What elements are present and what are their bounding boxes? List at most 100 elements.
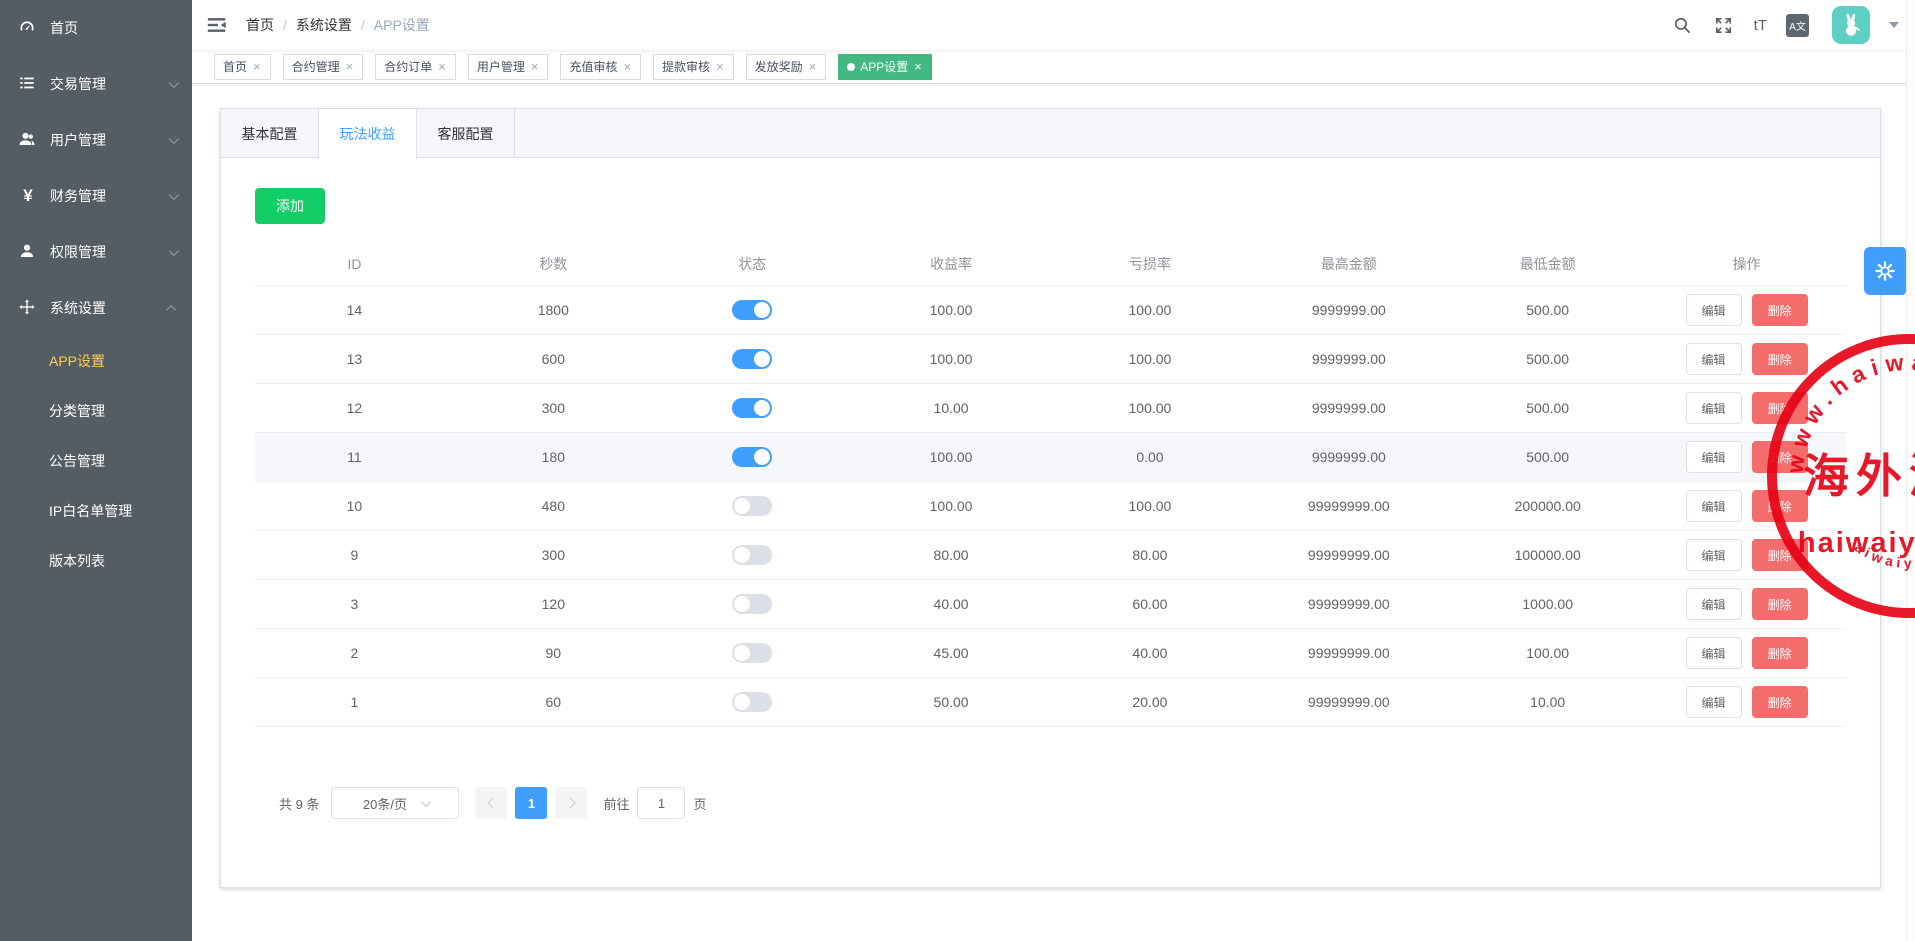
scrollbar[interactable] xyxy=(1906,0,1915,941)
close-icon[interactable]: × xyxy=(808,60,818,73)
sidebar-subitem-3[interactable]: IP白名单管理 xyxy=(0,486,192,536)
delete-button[interactable]: 删除 xyxy=(1751,490,1808,522)
cell-profit-rate: 100.00 xyxy=(929,302,973,318)
delete-button[interactable]: 删除 xyxy=(1751,686,1808,718)
tab-0[interactable]: 基本配置 xyxy=(221,109,319,158)
breadcrumb-item[interactable]: 首页 xyxy=(246,15,274,35)
user-icon xyxy=(18,242,38,262)
cell-actions: 编辑 删除 xyxy=(1647,343,1846,375)
tag-6[interactable]: 发放奖励 × xyxy=(745,53,827,80)
edit-button[interactable]: 编辑 xyxy=(1685,588,1742,620)
next-page-button[interactable] xyxy=(555,787,588,819)
sidebar-item-0[interactable]: 首页 xyxy=(0,0,192,56)
sidebar-subitem-0[interactable]: APP设置 xyxy=(0,336,192,386)
sidebar-item-3[interactable]: ¥ 财务管理 xyxy=(0,168,192,224)
tag-0[interactable]: 首页 × xyxy=(214,53,271,80)
sidebar-subitem-label: 分类管理 xyxy=(49,403,105,419)
page-size-value: 20条/页 xyxy=(362,796,407,812)
status-toggle[interactable] xyxy=(732,643,773,663)
sidebar-item-1[interactable]: 交易管理 xyxy=(0,56,192,112)
edit-button[interactable]: 编辑 xyxy=(1685,686,1742,718)
fullscreen-icon[interactable] xyxy=(1713,14,1735,36)
status-toggle[interactable] xyxy=(732,496,773,516)
close-icon[interactable]: × xyxy=(437,60,447,73)
edit-button[interactable]: 编辑 xyxy=(1685,441,1742,473)
prev-page-button[interactable] xyxy=(475,787,508,819)
edit-button[interactable]: 编辑 xyxy=(1685,392,1742,424)
close-icon[interactable]: × xyxy=(913,60,923,73)
search-icon[interactable] xyxy=(1672,14,1694,36)
page-size-select[interactable]: 20条/页 xyxy=(331,787,460,819)
tag-2[interactable]: 合约订单 × xyxy=(375,53,456,80)
close-icon[interactable]: × xyxy=(715,60,725,73)
sidebar-item-2[interactable]: 用户管理 xyxy=(0,112,192,168)
status-toggle[interactable] xyxy=(732,447,773,467)
tag-3[interactable]: 用户管理 × xyxy=(467,53,549,80)
cell-min-amount: 500.00 xyxy=(1526,351,1570,367)
sidebar-subitem-2[interactable]: 公告管理 xyxy=(0,436,192,486)
breadcrumb-item[interactable]: 系统设置 xyxy=(296,15,352,35)
page-number-active[interactable]: 1 xyxy=(515,787,548,819)
hamburger-icon[interactable] xyxy=(206,14,228,36)
column-header: 最低金额 xyxy=(1519,255,1576,272)
delete-button[interactable]: 删除 xyxy=(1751,441,1808,473)
edit-button[interactable]: 编辑 xyxy=(1685,539,1742,571)
delete-button[interactable]: 删除 xyxy=(1751,343,1808,375)
tag-5[interactable]: 提款审核 × xyxy=(653,53,734,80)
tag-1[interactable]: 合约管理 × xyxy=(282,53,364,80)
cell-actions: 编辑 删除 xyxy=(1647,686,1846,718)
sidebar-item-4[interactable]: 权限管理 xyxy=(0,224,192,280)
cell-seconds: 1800 xyxy=(537,302,569,318)
delete-button[interactable]: 删除 xyxy=(1751,539,1808,571)
tag-7[interactable]: APP设置 × xyxy=(838,53,932,80)
avatar[interactable] xyxy=(1832,6,1870,44)
tab-2[interactable]: 客服配置 xyxy=(417,109,515,158)
cell-status xyxy=(653,398,852,418)
delete-button[interactable]: 删除 xyxy=(1751,588,1808,620)
status-toggle[interactable] xyxy=(732,692,773,712)
status-toggle[interactable] xyxy=(732,398,773,418)
tags-bar: 首页 × 合约管理 × 合约订单 × 用户管理 × 充值审核 × 提款审核 × 发放奖励 × APP设置 × xyxy=(192,50,1915,84)
sidebar-subitem-1[interactable]: 分类管理 xyxy=(0,386,192,436)
pagination: 共 9 条 20条/页 1 前往 页 xyxy=(255,787,1846,819)
sidebar-subitem-4[interactable]: 版本列表 xyxy=(0,536,192,586)
chevron-down-icon[interactable] xyxy=(1889,22,1899,28)
cell-seconds: 300 xyxy=(541,547,565,563)
font-size-icon[interactable]: tT xyxy=(1754,17,1767,34)
status-toggle[interactable] xyxy=(732,594,773,614)
tabs-header: 基本配置 玩法收益 客服配置 xyxy=(221,109,1880,159)
status-toggle[interactable] xyxy=(732,349,773,369)
sidebar-item-label: 财务管理 xyxy=(50,188,106,204)
goto-page-input[interactable] xyxy=(637,787,686,819)
cell-min-amount: 100000.00 xyxy=(1514,547,1581,563)
edit-button[interactable]: 编辑 xyxy=(1685,343,1742,375)
cell-seconds: 90 xyxy=(545,645,562,661)
cell-status xyxy=(653,692,852,712)
status-toggle[interactable] xyxy=(732,300,773,320)
close-icon[interactable]: × xyxy=(622,60,632,73)
delete-button[interactable]: 删除 xyxy=(1751,392,1808,424)
cell-profit-rate: 10.00 xyxy=(933,400,969,416)
cell-seconds: 120 xyxy=(541,596,565,612)
add-button[interactable]: 添加 xyxy=(255,188,325,224)
translate-icon[interactable]: A文 xyxy=(1786,13,1809,37)
delete-button[interactable]: 删除 xyxy=(1751,294,1808,326)
sidebar-item-5[interactable]: 系统设置 xyxy=(0,280,192,336)
edit-button[interactable]: 编辑 xyxy=(1685,490,1742,522)
theme-settings-button[interactable] xyxy=(1864,247,1906,295)
tag-4[interactable]: 充值审核 × xyxy=(560,53,642,80)
status-toggle[interactable] xyxy=(732,545,773,565)
cell-id: 10 xyxy=(346,498,363,514)
close-icon[interactable]: × xyxy=(530,60,540,73)
breadcrumb-separator: / xyxy=(360,17,365,33)
close-icon[interactable]: × xyxy=(252,60,262,73)
edit-button[interactable]: 编辑 xyxy=(1685,637,1742,669)
chevron-left-icon xyxy=(487,797,499,809)
close-icon[interactable]: × xyxy=(345,60,355,73)
table-row: 12 300 10.00 100.00 9999999.00 500.00 编辑 删除 xyxy=(255,384,1846,433)
delete-button[interactable]: 删除 xyxy=(1751,637,1808,669)
cell-actions: 编辑 删除 xyxy=(1647,490,1846,522)
edit-button[interactable]: 编辑 xyxy=(1685,294,1742,326)
tab-1[interactable]: 玩法收益 xyxy=(319,109,417,159)
sidebar-subitem-label: 公告管理 xyxy=(49,453,105,469)
